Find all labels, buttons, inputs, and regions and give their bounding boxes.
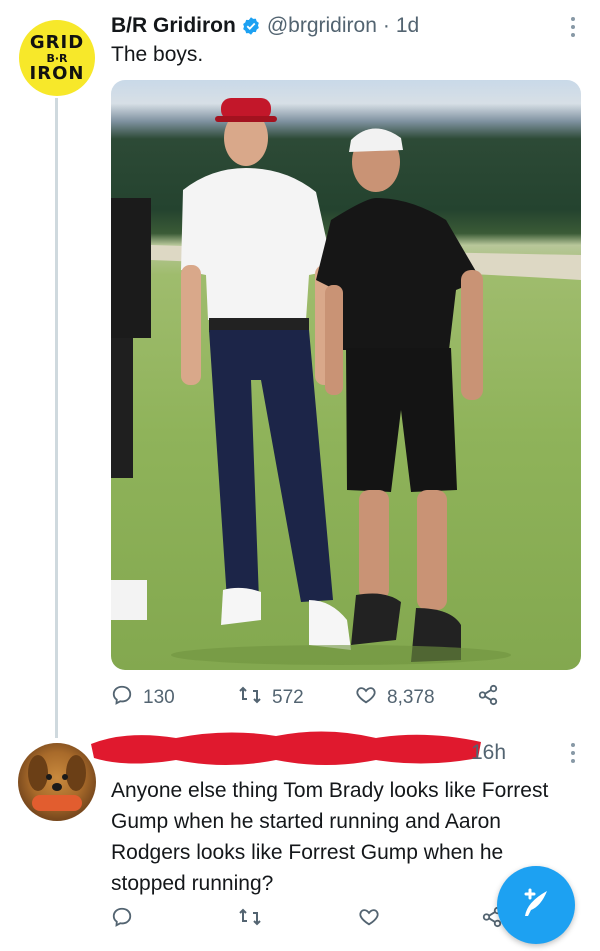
dog-scarf — [32, 795, 82, 811]
tweet-actions: 130 572 8,378 — [0, 682, 600, 714]
author-name[interactable]: B/R Gridiron — [111, 14, 236, 38]
avatar-logo-line2: B·R — [46, 51, 68, 65]
redaction-mark — [86, 724, 486, 772]
reply-count: 130 — [143, 687, 175, 708]
photo-illustration — [111, 98, 581, 665]
reply-icon — [111, 684, 143, 712]
like-icon — [355, 684, 387, 712]
tweet-photo[interactable] — [111, 80, 581, 670]
retweet-icon[interactable] — [238, 906, 262, 933]
retweet-action[interactable]: 572 — [238, 684, 304, 712]
thread-line — [55, 98, 58, 738]
tweet-header: B/R Gridiron @brgridiron · 1d — [111, 14, 419, 38]
tweet-time[interactable]: 1d — [396, 14, 419, 38]
separator: · — [382, 14, 390, 37]
retweet-count: 572 — [272, 687, 304, 708]
reply-avatar[interactable] — [18, 743, 96, 821]
share-icon[interactable] — [477, 684, 509, 706]
tweet-text: The boys. — [111, 43, 204, 66]
like-count: 8,378 — [387, 687, 435, 708]
retweet-icon — [238, 684, 272, 712]
reply-action[interactable]: 130 — [111, 684, 175, 712]
avatar-logo-line1: GRID — [29, 31, 85, 53]
like-icon[interactable] — [358, 906, 380, 933]
reply-time[interactable]: 16h — [471, 741, 506, 765]
author-avatar[interactable]: GRID B·R IRON — [19, 20, 95, 96]
avatar-logo-line3: IRON — [29, 62, 85, 84]
like-action[interactable]: 8,378 — [355, 684, 435, 712]
author-handle[interactable]: @brgridiron — [267, 14, 377, 38]
compose-button[interactable] — [497, 866, 575, 944]
compose-icon — [519, 886, 553, 925]
reply-icon[interactable] — [111, 906, 133, 933]
verified-badge-icon — [241, 16, 261, 36]
more-icon[interactable] — [570, 16, 576, 42]
more-icon[interactable] — [570, 742, 576, 770]
